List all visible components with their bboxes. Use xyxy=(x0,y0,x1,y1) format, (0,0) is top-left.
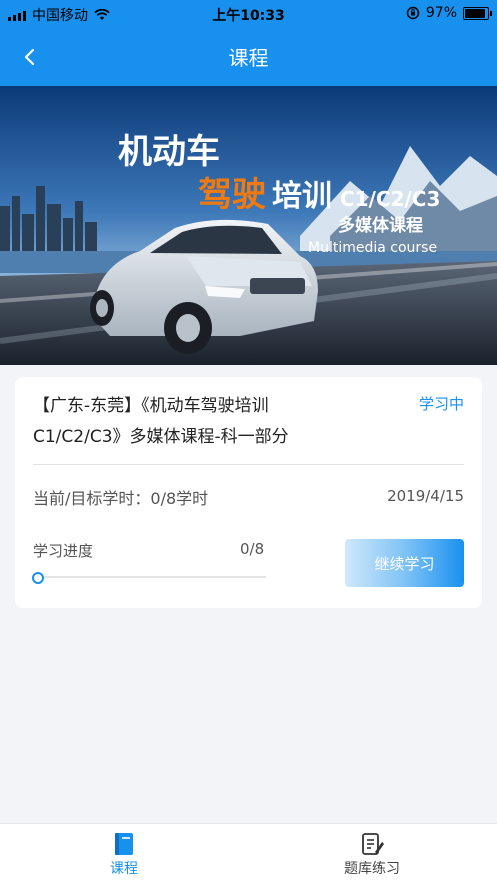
status-right: 97% xyxy=(406,5,492,21)
course-card[interactable]: 【广东-东莞】《机动车驾驶培训 C1/C2/C3》多媒体课程-科一部分 学习中 … xyxy=(15,377,482,608)
status-bar: 中国移动 上午10:33 97% xyxy=(0,0,497,28)
progress-track xyxy=(37,576,266,578)
battery-percent: 97% xyxy=(425,5,457,21)
course-status-badge: 学习中 xyxy=(418,395,464,413)
nav-bar: 课程 xyxy=(0,28,497,86)
course-title-line1: 【广东-东莞】《机动车驾驶培训 xyxy=(33,396,269,416)
course-banner: 机动车 驾驶 培训 C1/C2/C3 多媒体课程 Multimedia cour… xyxy=(0,86,497,365)
tab-courses-label: 课程 xyxy=(110,861,138,877)
banner-line1: 机动车 xyxy=(118,132,220,172)
tab-question-bank-label: 题库练习 xyxy=(344,861,400,877)
progress-value: 0/8 xyxy=(240,540,265,558)
progress-knob xyxy=(32,572,44,584)
course-title: 【广东-东莞】《机动车驾驶培训 C1/C2/C3》多媒体课程-科一部分 xyxy=(33,391,393,453)
progress-label: 学习进度 xyxy=(33,542,94,560)
notepad-icon xyxy=(362,833,384,855)
book-icon xyxy=(115,833,133,855)
page-title: 课程 xyxy=(228,46,269,70)
course-title-line2: C1/C2/C3》多媒体课程-科一部分 xyxy=(33,427,289,447)
banner-line2a: 驾驶 xyxy=(198,175,266,215)
continue-study-button[interactable]: 继续学习 xyxy=(345,539,464,587)
tab-question-bank[interactable]: 题库练习 xyxy=(248,824,496,884)
banner-line2c: C1/C2/C3 xyxy=(340,187,440,211)
orientation-lock-icon xyxy=(406,6,420,20)
tab-courses[interactable]: 课程 xyxy=(0,824,248,884)
course-date: 2019/4/15 xyxy=(387,487,464,505)
banner-line4: Multimedia course xyxy=(308,240,437,256)
banner-image: 机动车 驾驶 培训 C1/C2/C3 多媒体课程 Multimedia cour… xyxy=(0,86,497,365)
banner-line3: 多媒体课程 xyxy=(338,215,423,236)
battery-icon xyxy=(463,6,492,20)
card-divider xyxy=(33,464,464,465)
banner-line2b: 培训 xyxy=(272,179,332,214)
tab-bar: 课程 题库练习 xyxy=(0,823,497,884)
study-hours: 当前/目标学时：0/8学时 xyxy=(33,489,209,508)
